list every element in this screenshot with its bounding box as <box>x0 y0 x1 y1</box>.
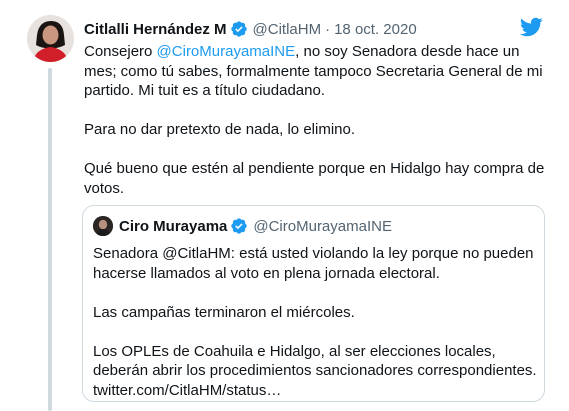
verified-badge-icon <box>230 21 247 37</box>
quoted-tweet-body: Senadora @CitlaHM: está usted violando l… <box>93 244 538 400</box>
tweet-body: Consejero @CiroMurayamaINE, no soy Senad… <box>84 42 554 198</box>
mention-link[interactable]: @CiroMurayamaINE <box>157 43 296 60</box>
quoted-tweet[interactable]: Ciro Murayama @CiroMurayamaINE Senadora … <box>82 205 545 402</box>
author-handle[interactable]: @CitlaHM <box>253 21 322 38</box>
quoted-paragraph: Las campañas terminaron el miércoles. <box>93 303 355 321</box>
tweet-paragraph: Qué bueno que estén al pendiente porque … <box>84 160 545 197</box>
author-name[interactable]: Citlalli Hernández M <box>84 21 227 38</box>
quoted-tweet-header: Ciro Murayama @CiroMurayamaINE <box>93 216 392 236</box>
verified-badge-icon <box>231 218 248 234</box>
quoted-paragraph: Senadora @CitlaHM: está usted violando l… <box>93 245 534 282</box>
tweet-text: Consejero <box>84 43 157 60</box>
quoted-text: Los OPLEs de Coahuila e Hidalgo, al ser … <box>93 342 537 380</box>
thread-line <box>48 68 52 411</box>
tweet-header: Citlalli Hernández M @CitlaHM · 18 oct. … <box>84 19 417 39</box>
embedded-tweet: Citlalli Hernández M @CitlaHM · 18 oct. … <box>0 0 569 411</box>
quoted-author-name[interactable]: Ciro Murayama <box>119 218 227 235</box>
tweet-paragraph: Para no dar pretexto de nada, lo elimino… <box>84 121 356 138</box>
header-separator: · <box>325 20 331 38</box>
twitter-bird-icon[interactable] <box>519 15 543 39</box>
author-avatar[interactable] <box>27 15 74 62</box>
quoted-author-avatar[interactable] <box>93 216 113 236</box>
tweet-paragraph: Consejero @CiroMurayamaINE, no soy Senad… <box>84 42 554 101</box>
quoted-author-handle[interactable]: @CiroMurayamaINE <box>253 218 392 235</box>
tweet-date[interactable]: 18 oct. 2020 <box>334 21 417 38</box>
quoted-status-link[interactable]: twitter.com/CitlaHM/status… <box>93 382 281 399</box>
quoted-paragraph: Los OPLEs de Coahuila e Hidalgo, al ser … <box>93 342 538 401</box>
